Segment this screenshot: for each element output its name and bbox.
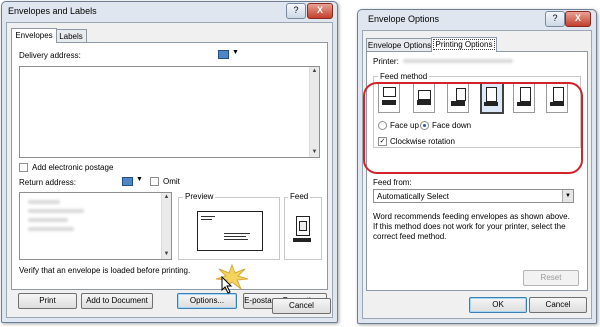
redacted-text — [28, 227, 74, 231]
tab-envelope-options[interactable]: Envelope Options — [366, 38, 433, 52]
close-button[interactable]: X — [307, 3, 333, 19]
envelope-options-dialog: Envelope Options ? X Envelope Options Pr… — [357, 9, 597, 324]
reset-label: Reset — [540, 273, 562, 282]
cancel-button[interactable]: Cancel — [272, 298, 331, 314]
omit-label: Omit — [163, 177, 180, 186]
cancel-label: Cancel — [545, 300, 571, 309]
info-text-line-3: correct feed method. — [373, 232, 447, 241]
tab-printing-options[interactable]: Printing Options — [431, 37, 497, 52]
preview-line — [224, 233, 250, 234]
highlight-annotation — [363, 82, 583, 174]
envelope-flap — [299, 221, 307, 231]
feed-tray — [293, 238, 311, 242]
scroll-down-icon[interactable]: ▼ — [162, 250, 171, 259]
return-scrollbar[interactable]: ▲ ▼ — [161, 193, 171, 259]
info-text-line-2: If this method does not work for your pr… — [373, 222, 566, 231]
cancel-button[interactable]: Cancel — [529, 297, 587, 313]
envelopes-panel: Delivery address: ▼ ▲ ▼ Add electronic p… — [11, 42, 328, 290]
help-button[interactable]: ? — [545, 11, 565, 27]
cancel-label: Cancel — [289, 301, 314, 310]
close-button[interactable]: X — [565, 11, 591, 27]
return-address-textbox[interactable]: ▲ ▼ — [19, 192, 172, 260]
preview-label: Preview — [183, 192, 216, 201]
envelope-preview-image[interactable] — [197, 211, 263, 251]
add-to-document-label: Add to Document — [86, 296, 148, 305]
feed-from-label: Feed from: — [373, 178, 412, 187]
tab-envelopes[interactable]: Envelopes — [11, 28, 57, 43]
dialog-title: Envelope Options — [368, 14, 440, 24]
redacted-printer-name — [403, 59, 513, 63]
printer-label: Printer: — [373, 57, 399, 66]
preview-line — [224, 239, 248, 240]
title-bar[interactable]: Envelope Options ? X — [358, 10, 596, 28]
envelopes-and-labels-dialog: Envelopes and Labels ? X Envelopes Label… — [1, 1, 338, 323]
tab-labels[interactable]: Labels — [55, 29, 87, 43]
feed-label: Feed — [288, 192, 311, 201]
options-label: Options... — [189, 296, 225, 305]
scroll-up-icon[interactable]: ▲ — [162, 193, 171, 202]
help-button[interactable]: ? — [286, 3, 306, 19]
return-address-label: Return address: — [19, 178, 76, 187]
print-button[interactable]: Print — [18, 293, 77, 309]
dialog-client-area: Envelopes Labels Delivery address: ▼ ▲ ▼… — [6, 22, 333, 318]
title-bar[interactable]: Envelopes and Labels ? X — [2, 2, 337, 20]
delivery-scrollbar[interactable]: ▲ ▼ — [309, 67, 319, 157]
preview-group[interactable]: Preview — [178, 192, 280, 260]
ok-button[interactable]: OK — [469, 297, 527, 313]
dialog-client-area: Envelope Options Printing Options Printe… — [362, 30, 592, 319]
preview-line — [201, 219, 212, 220]
dialog-title: Envelopes and Labels — [8, 6, 97, 16]
feed-from-select[interactable]: Automatically Select ▼ — [373, 189, 574, 203]
omit-checkbox[interactable] — [150, 177, 159, 186]
verify-text: Verify that an envelope is loaded before… — [19, 266, 191, 275]
preview-line — [201, 216, 215, 217]
feed-method-label: Feed method — [378, 72, 430, 81]
preview-line — [224, 236, 246, 237]
redacted-text — [28, 209, 84, 213]
scroll-up-icon[interactable]: ▲ — [310, 67, 319, 76]
chevron-down-icon[interactable]: ▼ — [136, 176, 143, 183]
chevron-down-icon[interactable]: ▼ — [232, 49, 239, 56]
delivery-address-textbox[interactable]: ▲ ▼ — [19, 66, 320, 158]
add-to-document-button[interactable]: Add to Document — [81, 293, 153, 309]
address-book-icon[interactable] — [122, 177, 133, 186]
feed-from-value: Automatically Select — [377, 192, 450, 201]
scroll-down-icon[interactable]: ▼ — [310, 148, 319, 157]
ok-label: OK — [492, 300, 504, 309]
mouse-cursor-icon — [221, 276, 233, 294]
feed-group[interactable]: Feed — [284, 192, 322, 260]
info-text-line-1: Word recommends feeding envelopes as sho… — [373, 212, 570, 221]
chevron-down-icon[interactable]: ▼ — [562, 190, 573, 202]
print-label: Print — [39, 296, 56, 305]
redacted-text — [28, 200, 60, 204]
delivery-address-label: Delivery address: — [19, 51, 81, 60]
add-postage-checkbox[interactable] — [19, 163, 28, 172]
printing-options-panel: Printer: Feed method Face up Face down ✓… — [363, 51, 588, 291]
options-button[interactable]: Options... — [177, 293, 237, 309]
reset-button[interactable]: Reset — [523, 270, 579, 286]
feed-method-icon[interactable] — [296, 216, 310, 236]
address-book-icon[interactable] — [218, 50, 229, 59]
add-postage-label: Add electronic postage — [32, 163, 114, 172]
redacted-text — [28, 218, 68, 222]
